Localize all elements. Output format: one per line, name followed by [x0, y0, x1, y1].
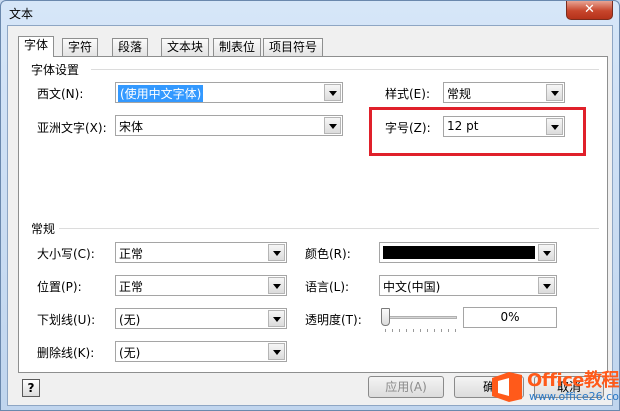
strikethrough-label: 删除线(K): [37, 346, 95, 360]
chevron-down-icon[interactable] [538, 277, 555, 294]
dialog-client: 字体 字符 段落 文本块 制表位 项目符号 字体设置 西文(N): (使用中文字… [7, 25, 613, 406]
chevron-down-icon[interactable] [324, 84, 341, 101]
chevron-down-icon[interactable] [268, 343, 285, 360]
underline-value: (无) [119, 313, 141, 327]
close-button[interactable]: ✕ [566, 1, 613, 20]
chevron-down-icon[interactable] [268, 244, 285, 261]
tab-paragraph[interactable]: 段落 [112, 38, 149, 56]
font-size-select[interactable]: 12 pt [443, 116, 565, 137]
position-select[interactable]: 正常 [115, 275, 287, 296]
tab-bullets[interactable]: 项目符号 [263, 38, 324, 56]
font-size-value: 12 pt [447, 119, 479, 133]
asian-font-label: 亚洲文字(X): [37, 121, 107, 135]
underline-select[interactable]: (无) [115, 308, 287, 329]
language-value: 中文(中国) [383, 280, 441, 294]
watermark-brand: Office教程网 [527, 370, 620, 391]
close-icon: ✕ [584, 2, 595, 17]
position-value: 正常 [119, 280, 144, 294]
case-label: 大小写(C): [37, 247, 95, 261]
underline-label: 下划线(U): [37, 313, 96, 327]
transparency-ticks [383, 329, 457, 333]
language-select[interactable]: 中文(中国) [379, 275, 557, 296]
transparency-slider-thumb[interactable] [381, 308, 390, 326]
chevron-down-icon[interactable] [268, 310, 285, 327]
window-title: 文本 [9, 7, 34, 21]
font-settings-divider [91, 69, 599, 70]
watermark: Office教程网 www.office26.com [489, 365, 620, 409]
office-logo-icon [492, 372, 522, 402]
style-select[interactable]: 常规 [443, 82, 565, 103]
font-settings-group-title: 字体设置 [31, 63, 80, 77]
font-size-label: 字号(Z): [385, 121, 431, 135]
tab-character[interactable]: 字符 [62, 38, 99, 56]
case-value: 正常 [119, 247, 144, 261]
western-font-value: (使用中文字体) [118, 85, 204, 102]
chevron-down-icon[interactable] [324, 117, 341, 134]
color-label: 颜色(R): [305, 247, 351, 261]
language-label: 语言(L): [305, 280, 350, 294]
style-value: 常规 [447, 87, 472, 101]
western-font-select[interactable]: (使用中文字体) [115, 82, 343, 103]
chevron-down-icon[interactable] [268, 277, 285, 294]
title-bar[interactable]: 文本 ✕ [1, 1, 619, 25]
dialog-window: 文本 ✕ 字体 字符 段落 文本块 制表位 项目符号 字体设置 西文(N): (… [0, 0, 620, 411]
chevron-down-icon[interactable] [538, 244, 555, 261]
color-swatch [383, 246, 535, 259]
case-select[interactable]: 正常 [115, 242, 287, 263]
chevron-down-icon[interactable] [546, 118, 563, 135]
tab-tab-stops[interactable]: 制表位 [213, 38, 262, 56]
help-button[interactable]: ? [22, 379, 40, 397]
apply-button[interactable]: 应用(A) [368, 376, 444, 398]
style-label: 样式(E): [385, 87, 430, 101]
transparency-slider-track[interactable] [383, 316, 457, 319]
asian-font-select[interactable]: 宋体 [115, 115, 343, 136]
strikethrough-value: (无) [119, 346, 141, 360]
watermark-url: www.office26.com [529, 390, 620, 403]
strikethrough-select[interactable]: (无) [115, 341, 287, 362]
chevron-down-icon[interactable] [546, 84, 563, 101]
font-tab-panel: 字体设置 西文(N): (使用中文字体) 亚洲文字(X): 宋体 样式(E): … [18, 56, 608, 373]
transparency-value-field[interactable]: 0% [463, 307, 557, 328]
tab-font[interactable]: 字体 [18, 36, 55, 57]
general-divider [59, 228, 599, 229]
transparency-label: 透明度(T): [305, 313, 362, 327]
asian-font-value: 宋体 [119, 120, 144, 134]
color-picker[interactable] [379, 242, 557, 263]
tab-text-block[interactable]: 文本块 [161, 38, 210, 56]
western-font-label: 西文(N): [37, 87, 84, 101]
position-label: 位置(P): [37, 280, 82, 294]
help-icon: ? [27, 381, 35, 395]
general-group-title: 常规 [31, 222, 56, 236]
